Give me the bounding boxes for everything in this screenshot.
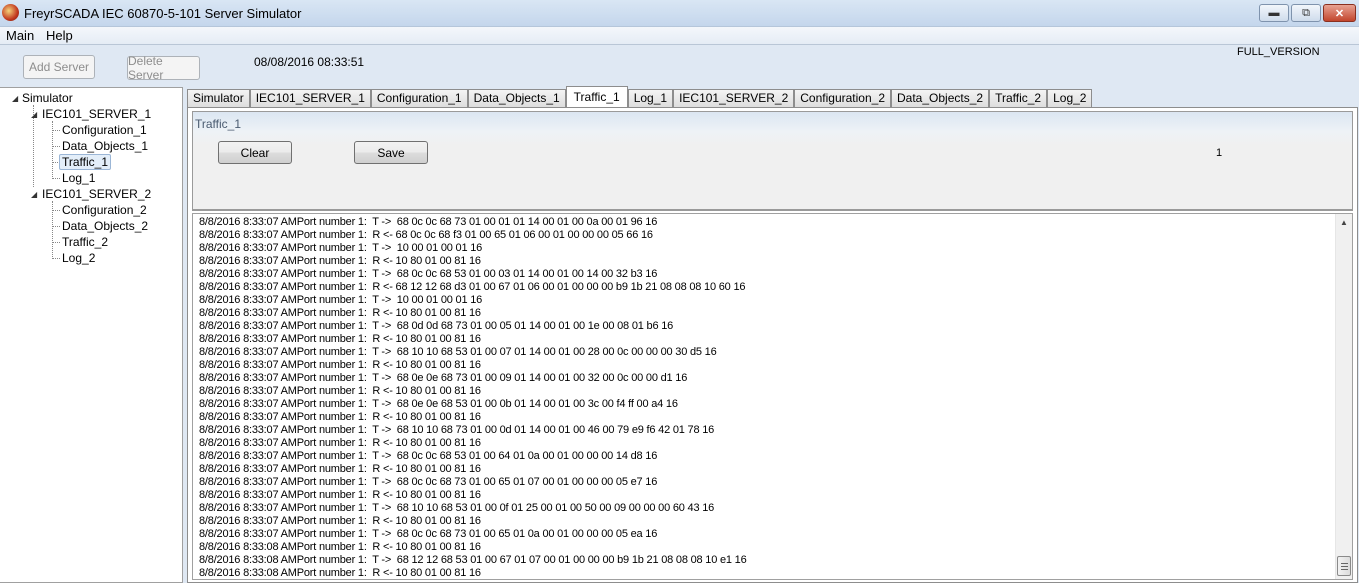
toolbar: Add Server Delete Server — [0, 44, 1359, 86]
tab-iec101-server-2[interactable]: IEC101_SERVER_2 — [673, 89, 795, 108]
log-line: 8/8/2016 8:33:07 AMPort number 1: T -> 6… — [199, 268, 658, 280]
log-line: 8/8/2016 8:33:07 AMPort number 1: T -> 1… — [199, 242, 483, 254]
log-line: 8/8/2016 8:33:07 AMPort number 1: R <- 6… — [199, 229, 653, 241]
tree-node-log-2[interactable]: Log_2 — [62, 251, 95, 265]
restore-button[interactable]: ⧉ — [1291, 4, 1321, 22]
scroll-thumb[interactable] — [1337, 556, 1351, 576]
log-line: 8/8/2016 8:33:07 AMPort number 1: T -> 6… — [199, 398, 678, 410]
log-line: 8/8/2016 8:33:07 AMPort number 1: T -> 6… — [199, 372, 688, 384]
navigation-tree: ◢ Simulator ◢ IEC101_SERVER_1 Configurat… — [0, 87, 183, 583]
log-line: 8/8/2016 8:33:07 AMPort number 1: T -> 6… — [199, 502, 715, 514]
log-line: 8/8/2016 8:33:07 AMPort number 1: T -> 6… — [199, 424, 715, 436]
app-logo-icon — [2, 4, 19, 21]
close-icon: ✕ — [1334, 7, 1345, 20]
tree-node-data-objects-1[interactable]: Data_Objects_1 — [62, 139, 148, 153]
tab-data-objects-2[interactable]: Data_Objects_2 — [891, 89, 990, 108]
log-line: 8/8/2016 8:33:07 AMPort number 1: T -> 6… — [199, 216, 658, 228]
menu-bar: Main Help — [0, 27, 1359, 44]
log-line: 8/8/2016 8:33:07 AMPort number 1: R <- 1… — [199, 411, 481, 423]
tab-data-objects-1[interactable]: Data_Objects_1 — [467, 89, 566, 108]
clear-button[interactable]: Clear — [218, 141, 292, 164]
log-line: 8/8/2016 8:33:07 AMPort number 1: R <- 1… — [199, 255, 481, 267]
panel-title: Traffic_1 — [195, 117, 242, 131]
log-line: 8/8/2016 8:33:07 AMPort number 1: T -> 6… — [199, 450, 658, 462]
log-line: 8/8/2016 8:33:07 AMPort number 1: R <- 1… — [199, 489, 481, 501]
window-title: FreyrSCADA IEC 60870-5-101 Server Simula… — [24, 6, 302, 21]
log-line: 8/8/2016 8:33:07 AMPort number 1: R <- 1… — [199, 463, 481, 475]
log-line: 8/8/2016 8:33:07 AMPort number 1: R <- 1… — [199, 385, 481, 397]
menu-main[interactable]: Main — [6, 28, 34, 43]
title-bar: FreyrSCADA IEC 60870-5-101 Server Simula… — [0, 0, 1359, 27]
tab-simulator[interactable]: Simulator — [187, 89, 250, 108]
log-line: 8/8/2016 8:33:08 AMPort number 1: R <- 1… — [199, 567, 481, 579]
tree-node-data-objects-2[interactable]: Data_Objects_2 — [62, 219, 148, 233]
log-line: 8/8/2016 8:33:07 AMPort number 1: R <- 1… — [199, 333, 481, 345]
tab-configuration-1[interactable]: Configuration_1 — [370, 89, 468, 108]
log-line: 8/8/2016 8:33:07 AMPort number 1: R <- 1… — [199, 515, 481, 527]
menu-help[interactable]: Help — [46, 28, 73, 43]
log-line: 8/8/2016 8:33:07 AMPort number 1: R <- 1… — [199, 307, 481, 319]
save-button[interactable]: Save — [354, 141, 428, 164]
tree-node-traffic-1[interactable]: Traffic_1 — [59, 154, 112, 170]
log-line: 8/8/2016 8:33:07 AMPort number 1: T -> 1… — [199, 294, 483, 306]
log-line: 8/8/2016 8:33:08 AMPort number 1: T -> 6… — [199, 554, 747, 566]
traffic-panel: Traffic_1 Clear Save — [192, 111, 1353, 211]
current-datetime: 08/08/2016 08:33:51 — [254, 55, 365, 69]
restore-icon: ⧉ — [1302, 6, 1310, 19]
minimize-button[interactable]: ▬ — [1259, 4, 1289, 22]
minimize-icon: ▬ — [1268, 7, 1280, 19]
collapse-icon[interactable]: ◢ — [31, 110, 37, 119]
tab-traffic-2[interactable]: Traffic_2 — [989, 89, 1048, 108]
log-line: 8/8/2016 8:33:07 AMPort number 1: T -> 6… — [199, 476, 658, 488]
collapse-icon[interactable]: ◢ — [31, 190, 37, 199]
tab-log-2[interactable]: Log_2 — [1047, 89, 1093, 108]
tab-iec101-server-1[interactable]: IEC101_SERVER_1 — [249, 89, 371, 108]
collapse-icon[interactable]: ◢ — [12, 94, 18, 103]
close-button[interactable]: ✕ — [1323, 4, 1356, 22]
version-label: FULL_VERSION — [1237, 46, 1320, 58]
tree-node-log-1[interactable]: Log_1 — [62, 171, 95, 185]
traffic-tab-page: Traffic_1 Clear Save 8/8/2016 8:33:07 AM… — [187, 107, 1358, 583]
delete-server-button[interactable]: Delete Server — [127, 54, 200, 82]
tree-node-server-1[interactable]: IEC101_SERVER_1 — [42, 107, 151, 121]
traffic-log[interactable]: 8/8/2016 8:33:07 AMPort number 1: T -> 6… — [192, 213, 1353, 580]
log-line: 8/8/2016 8:33:07 AMPort number 1: R <- 6… — [199, 281, 746, 293]
tree-node-configuration-2[interactable]: Configuration_2 — [62, 203, 147, 217]
tab-configuration-2[interactable]: Configuration_2 — [794, 89, 891, 108]
add-server-button[interactable]: Add Server — [23, 55, 95, 79]
vertical-scrollbar[interactable]: ▲ — [1335, 214, 1352, 579]
tree-node-configuration-1[interactable]: Configuration_1 — [62, 123, 147, 137]
tree-node-traffic-2[interactable]: Traffic_2 — [62, 235, 108, 249]
tree-node-simulator[interactable]: Simulator — [22, 91, 73, 105]
tree-node-server-2[interactable]: IEC101_SERVER_2 — [42, 187, 151, 201]
tab-strip: Simulator IEC101_SERVER_1 Configuration_… — [187, 86, 1093, 108]
tab-log-1[interactable]: Log_1 — [627, 89, 674, 108]
log-line: 8/8/2016 8:33:07 AMPort number 1: R <- 1… — [199, 437, 481, 449]
log-line: 8/8/2016 8:33:07 AMPort number 1: T -> 6… — [199, 528, 658, 540]
log-lines: 8/8/2016 8:33:07 AMPort number 1: T -> 6… — [199, 216, 1329, 579]
log-line: 8/8/2016 8:33:07 AMPort number 1: T -> 6… — [199, 346, 717, 358]
traffic-counter: 1 — [1216, 147, 1223, 159]
log-line: 8/8/2016 8:33:07 AMPort number 1: R <- 1… — [199, 359, 481, 371]
scroll-up-arrow-icon[interactable]: ▲ — [1336, 214, 1352, 231]
log-line: 8/8/2016 8:33:07 AMPort number 1: T -> 6… — [199, 320, 674, 332]
tab-traffic-1[interactable]: Traffic_1 — [565, 86, 628, 107]
log-line: 8/8/2016 8:33:08 AMPort number 1: R <- 1… — [199, 541, 481, 553]
